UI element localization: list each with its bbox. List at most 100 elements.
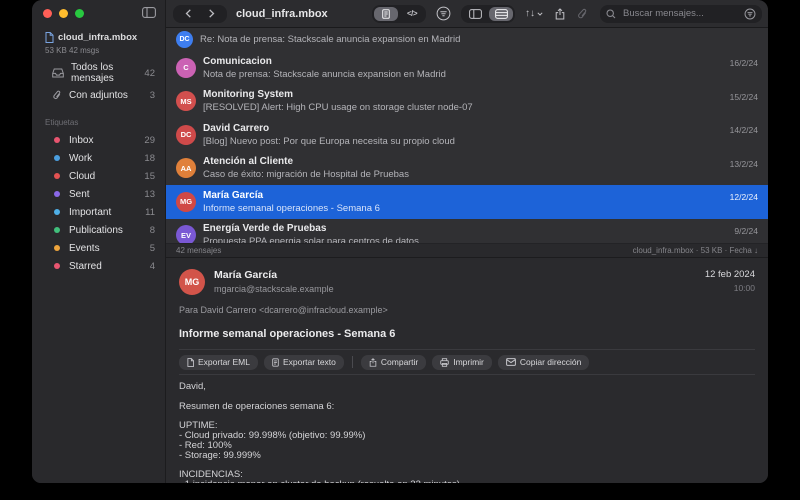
close-window-button[interactable] xyxy=(43,9,52,18)
label-name: Starred xyxy=(69,260,102,272)
export-eml-button[interactable]: Exportar EML xyxy=(179,354,258,370)
message-sender: Energía Verde de Pruebas xyxy=(203,223,327,235)
label-name: Important xyxy=(69,206,112,218)
message-actions: Exportar EML Exportar texto Compartir Im… xyxy=(179,350,755,374)
mbox-file-info: cloud_infra.mbox 53 KB 42 msgs xyxy=(45,32,165,55)
attachment-button[interactable] xyxy=(577,8,588,19)
sidebar-item-label: Con adjuntos xyxy=(69,89,128,101)
search-icon xyxy=(606,8,616,19)
button-label: Copiar dirección xyxy=(519,357,582,367)
message-subject: Nota de prensa: Stackscale anuncia expan… xyxy=(203,68,446,80)
sender-name: María García xyxy=(214,269,278,281)
minimize-window-button[interactable] xyxy=(59,9,68,18)
rendered-view-button[interactable] xyxy=(374,6,398,21)
label-color-dot xyxy=(54,137,60,143)
label-color-dot xyxy=(54,209,60,215)
column-layout-button[interactable] xyxy=(463,7,487,21)
button-label: Exportar texto xyxy=(282,357,336,367)
back-button[interactable] xyxy=(185,9,192,18)
message-row[interactable]: DC David Carrero [Blog] Nuevo post: Por … xyxy=(166,118,768,152)
window-title: cloud_infra.mbox xyxy=(236,7,328,20)
avatar: C xyxy=(176,57,196,78)
view-mode-segmented-control: </> xyxy=(372,4,426,23)
message-sender: Atención al Cliente xyxy=(203,156,294,168)
sidebar-label-work[interactable]: Work 18 xyxy=(32,149,165,167)
label-color-dot xyxy=(54,245,60,251)
sidebar-item-attachments[interactable]: Con adjuntos 3 xyxy=(32,84,165,106)
message-date: 15/2/24 xyxy=(729,91,758,102)
app-window: cloud_infra.mbox 53 KB 42 msgs Todos los… xyxy=(32,0,768,483)
share-button[interactable] xyxy=(555,7,565,20)
sort-button[interactable]: ↑↓ xyxy=(525,8,543,19)
avatar: MG xyxy=(179,269,205,295)
label-color-dot xyxy=(54,263,60,269)
message-subject: Informe semanal operaciones - Semana 6 xyxy=(203,202,380,214)
message-row-selected[interactable]: MG María García Informe semanal operacio… xyxy=(166,185,768,219)
main-pane: cloud_infra.mbox </> ↑↓ Buscar mensajes.… xyxy=(166,0,768,483)
label-count: 15 xyxy=(144,170,155,182)
sidebar-label-starred[interactable]: Starred 4 xyxy=(32,257,165,275)
sidebar-label-publications[interactable]: Publications 8 xyxy=(32,221,165,239)
mbox-file-meta: 53 KB 42 msgs xyxy=(45,46,100,55)
message-row[interactable]: MS Monitoring System [RESOLVED] Alert: H… xyxy=(166,85,768,119)
search-field xyxy=(600,4,762,23)
message-time: 10:00 xyxy=(733,283,755,293)
search-filter-icon[interactable] xyxy=(744,8,756,20)
label-count: 5 xyxy=(149,242,155,254)
print-button[interactable]: Imprimir xyxy=(432,354,492,370)
label-count: 4 xyxy=(149,260,155,272)
divider xyxy=(179,374,755,375)
sidebar-label-important[interactable]: Important 11 xyxy=(32,203,165,221)
avatar: DC xyxy=(176,31,193,48)
code-icon: </> xyxy=(406,9,418,18)
copy-address-button[interactable]: Copiar dirección xyxy=(497,354,590,370)
message-sender: Comunicacion xyxy=(203,55,272,67)
sidebar-label-cloud[interactable]: Cloud 15 xyxy=(32,167,165,185)
message-row[interactable]: C Comunicacion Nota de prensa: Stackscal… xyxy=(166,51,768,85)
list-layout-button[interactable] xyxy=(489,6,513,21)
label-count: 29 xyxy=(144,134,155,146)
message-body: David, Resumen de operaciones semana 6: … xyxy=(179,381,460,483)
label-name: Events xyxy=(69,242,100,254)
message-detail-pane: MG María García mgarcia@stackscale.examp… xyxy=(166,258,768,483)
filter-button[interactable] xyxy=(436,6,451,21)
sidebar-item-count: 42 xyxy=(144,67,155,79)
message-date: 13/2/24 xyxy=(729,158,758,169)
sidebar-label-sent[interactable]: Sent 13 xyxy=(32,185,165,203)
button-label: Compartir xyxy=(380,357,419,367)
share-icon xyxy=(369,357,377,367)
forward-button[interactable] xyxy=(208,9,215,18)
message-sender: David Carrero xyxy=(203,122,270,134)
sidebar-toggle-icon[interactable] xyxy=(142,7,156,18)
share-button[interactable]: Compartir xyxy=(360,354,427,370)
message-subject: Propuesta PPA energia solar para centros… xyxy=(203,236,419,243)
message-row[interactable]: EV Energía Verde de Pruebas Propuesta PP… xyxy=(166,219,768,243)
sidebar-item-label: Todos los mensajes xyxy=(71,62,114,84)
avatar: MG xyxy=(176,191,196,212)
label-count: 8 xyxy=(149,224,155,236)
divider xyxy=(351,356,353,368)
label-color-dot xyxy=(54,155,60,161)
source-view-button[interactable]: </> xyxy=(400,7,424,21)
sidebar-label-events[interactable]: Events 5 xyxy=(32,239,165,257)
label-name: Cloud xyxy=(69,170,96,182)
search-input[interactable] xyxy=(621,7,725,20)
message-row[interactable]: DC Re: Nota de prensa: Stackscale anunci… xyxy=(166,28,768,51)
message-list: DC Re: Nota de prensa: Stackscale anunci… xyxy=(166,28,768,243)
export-text-button[interactable]: Exportar texto xyxy=(263,354,344,370)
label-name: Inbox xyxy=(69,134,94,146)
message-row[interactable]: AA Atención al Cliente Caso de éxito: mi… xyxy=(166,152,768,186)
button-label: Exportar EML xyxy=(198,357,250,367)
avatar: DC xyxy=(176,124,196,145)
sidebar-label-inbox[interactable]: Inbox 29 xyxy=(32,131,165,149)
message-sender: Monitoring System xyxy=(203,89,294,101)
nav-buttons xyxy=(173,4,227,23)
label-count: 13 xyxy=(144,188,155,200)
recipient-line: Para David Carrero <dcarrero@infracloud.… xyxy=(179,305,388,315)
label-name: Sent xyxy=(69,188,90,200)
zoom-window-button[interactable] xyxy=(75,9,84,18)
message-date: 12 feb 2024 xyxy=(704,269,755,280)
sidebar-item-all-messages[interactable]: Todos los mensajes 42 xyxy=(32,62,165,84)
toolbar: cloud_infra.mbox </> ↑↓ Buscar mensajes.… xyxy=(166,0,768,28)
message-date: 16/2/24 xyxy=(729,58,758,68)
